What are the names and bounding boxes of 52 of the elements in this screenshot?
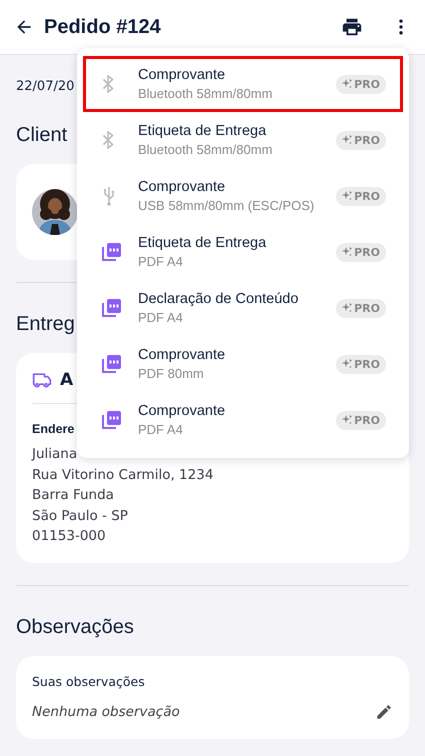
menu-item-subtitle: PDF A4: [138, 254, 184, 269]
pro-badge: PRO: [336, 354, 386, 374]
edit-icon[interactable]: [375, 702, 393, 720]
address-line: Rua Vitorino Carmilo, 1234: [32, 466, 214, 484]
menu-item[interactable]: Comprovante Bluetooth 58mm/80mm PRO: [83, 56, 403, 112]
menu-item-subtitle: PDF A4: [138, 310, 184, 325]
menu-item[interactable]: Etiqueta de Entrega PDF A4 PRO: [83, 224, 403, 280]
menu-item-title: Comprovante: [138, 67, 226, 83]
pro-badge: PRO: [336, 186, 386, 206]
section-heading: Client: [16, 124, 68, 147]
menu-item[interactable]: Comprovante PDF 80mm PRO: [83, 336, 403, 392]
menu-item-subtitle: PDF A4: [138, 422, 184, 437]
menu-item-title: Comprovante: [138, 179, 226, 195]
menu-item-subtitle: Bluetooth 58mm/80mm: [138, 142, 274, 157]
address-line: Juliana: [32, 445, 78, 464]
truck-icon: [32, 372, 52, 388]
pdf-file-icon: [102, 242, 122, 262]
section-heading: Observações: [16, 616, 134, 638]
order-date: 22/07/20: [16, 79, 74, 94]
menu-item-subtitle: Bluetooth 58mm/80mm: [138, 86, 274, 101]
pro-badge: PRO: [336, 410, 386, 430]
menu-item[interactable]: Etiqueta de Entrega Bluetooth 58mm/80mm PRO: [83, 112, 403, 168]
pro-badge: PRO: [336, 130, 386, 150]
menu-item-subtitle: PDF 80mm: [138, 366, 205, 381]
address-line: 01153-000: [32, 527, 106, 546]
pro-badge: PRO: [336, 242, 386, 262]
section-heading: Entreg: [16, 313, 75, 336]
bluetooth-icon: [102, 75, 114, 93]
menu-item[interactable]: Comprovante PDF A4 PRO: [83, 392, 403, 448]
menu-item-title: Comprovante: [138, 347, 226, 363]
pdf-file-icon: [102, 410, 122, 430]
menu-item[interactable]: Comprovante USB 58mm/80mm (ESC/POS) PRO: [83, 168, 403, 224]
notes-text: Nenhuma observação: [32, 704, 180, 720]
pro-badge: PRO: [336, 74, 386, 94]
print-icon[interactable]: [341, 16, 363, 38]
menu-item-title: Etiqueta de Entrega: [138, 235, 268, 251]
bluetooth-icon: [102, 131, 114, 149]
usb-icon: [102, 186, 116, 206]
notes-label: Suas observações: [32, 674, 146, 688]
address-line: São Paulo - SP: [32, 506, 128, 526]
delivery-status: A: [60, 370, 74, 390]
menu-item-title: Comprovante: [138, 403, 226, 419]
pdf-file-icon: [102, 298, 122, 318]
menu-item[interactable]: Declaração de Conteúdo PDF A4 PRO: [83, 280, 403, 336]
menu-item-subtitle: USB 58mm/80mm (ESC/POS): [138, 198, 316, 213]
pdf-file-icon: [102, 354, 122, 374]
menu-item-title: Declaração de Conteúdo: [138, 291, 300, 307]
page-title: Pedido #124: [44, 16, 161, 38]
address-line: Barra Funda: [32, 486, 114, 505]
menu-item-title: Etiqueta de Entrega: [138, 123, 268, 139]
address-label: Endere: [32, 422, 74, 436]
pro-badge: PRO: [336, 298, 386, 318]
